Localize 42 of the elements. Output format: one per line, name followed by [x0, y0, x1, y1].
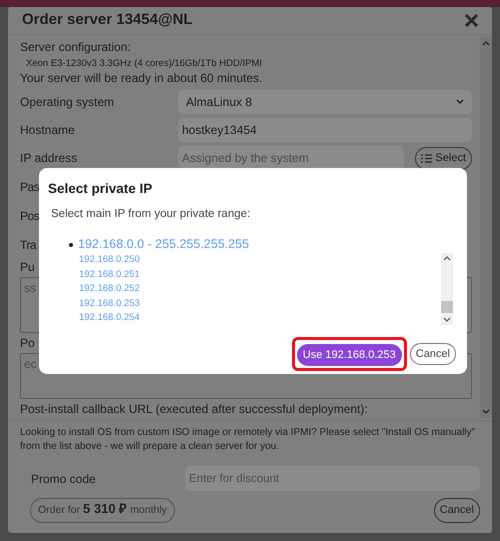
list-scrollbar[interactable] [441, 253, 453, 325]
field-label: IP address [20, 150, 78, 166]
list-icon [421, 154, 432, 162]
dialog-title: Select private IP [48, 180, 154, 197]
ip-option[interactable]: 192.168.0.250 [79, 253, 140, 268]
os-select[interactable]: AlmaLinux 8 [178, 90, 472, 114]
scroll-up-icon[interactable] [443, 255, 451, 261]
cancel-button[interactable]: Cancel [434, 498, 480, 523]
ip-range-link[interactable]: 192.168.0.0 - 255.255.255.255 [78, 237, 249, 252]
promo-label: Promo code [31, 470, 97, 488]
config-detail: Xeon E3-1230v3 3.3GHz (4 cores)/16Gb/1Tb HDD/IPMI [25, 57, 262, 70]
config-label: Server configuration: [20, 40, 131, 55]
promo-field[interactable]: Enter for discount [185, 466, 480, 491]
use-ip-button[interactable]: Use 192.168.0.253 [296, 344, 402, 366]
callback-label: Post-install callback URL (executed after successful deployment): [20, 402, 368, 417]
ip-option[interactable]: 192.168.0.254 [79, 311, 140, 326]
dialog-title: Order server 13454@NL [22, 10, 193, 30]
cancel-button[interactable]: Cancel [410, 343, 456, 366]
field-label: Tra [20, 238, 36, 252]
scroll-thumb[interactable] [441, 301, 453, 313]
field-label: Pu [20, 260, 35, 275]
ip-field[interactable]: Assigned by the system [178, 146, 404, 170]
field-label: Operating system [20, 94, 116, 110]
ip-option[interactable]: 192.168.0.252 [79, 282, 140, 296]
scroll-down-icon[interactable] [482, 409, 490, 415]
field-label: Po [20, 336, 35, 351]
scroll-up-icon[interactable] [482, 40, 490, 46]
ip-option[interactable]: 192.168.0.251 [79, 268, 140, 282]
scroll-down-icon[interactable] [443, 317, 451, 323]
ip-option[interactable]: 192.168.0.253 [79, 296, 140, 311]
field-label: Hostname [20, 122, 76, 138]
bullet-icon [69, 242, 73, 246]
field-label: Pas [20, 180, 40, 194]
prompt-text: Select main IP from your private range: [50, 207, 252, 221]
hostname-field[interactable]: hostkey13454 [178, 118, 472, 142]
ready-note: Your server will be ready in about 60 minutes. [20, 71, 262, 86]
order-button[interactable]: Order for 5 310 ₽ monthly [30, 498, 175, 523]
notice-text: Looking to install OS from custom ISO image or remotely via IPMI? Please select "Install OS manually" from the list above - we will prepare a clean server for you. [20, 426, 476, 454]
chevron-down-icon [456, 99, 464, 105]
scrollbar[interactable] [480, 37, 492, 418]
close-icon[interactable] [465, 14, 478, 27]
field-label: Pos [20, 208, 40, 224]
